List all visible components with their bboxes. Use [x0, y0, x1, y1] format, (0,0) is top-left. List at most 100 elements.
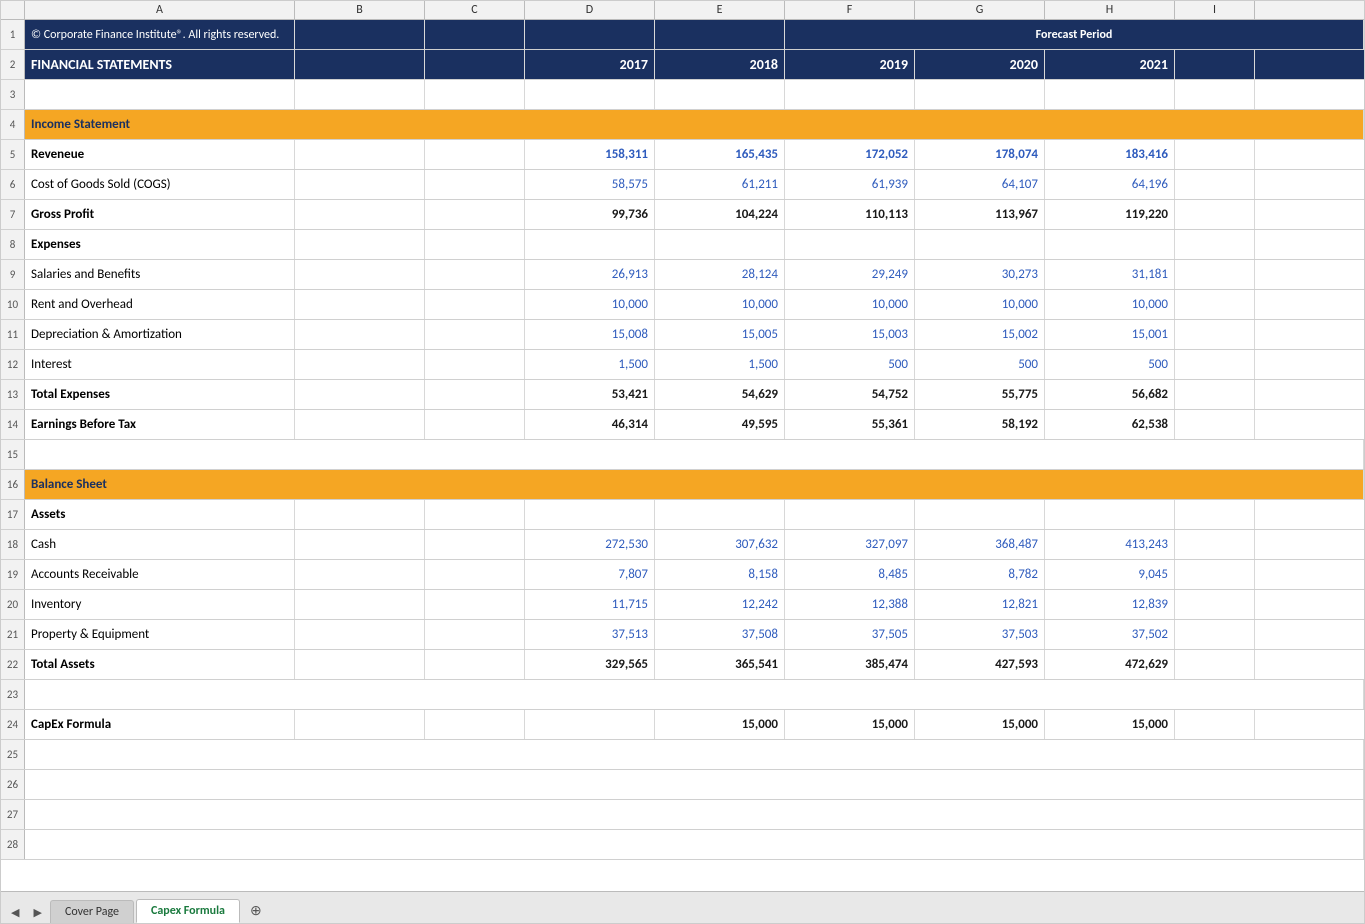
row-number: 16 [1, 470, 25, 499]
cell-te-y3: 54,752 [785, 380, 915, 409]
cell-1f [655, 20, 785, 49]
cell-ebt-y4: 58,192 [915, 410, 1045, 439]
row-number: 11 [1, 320, 25, 349]
cell-dep-y4: 15,002 [915, 320, 1045, 349]
cell-ta-y1: 329,565 [525, 650, 655, 679]
cell-int-y3: 500 [785, 350, 915, 379]
cell-ppe-y4: 37,503 [915, 620, 1045, 649]
cell-ebt-y2: 49,595 [655, 410, 785, 439]
cell-cash-y4: 368,487 [915, 530, 1045, 559]
cell-3d [425, 80, 525, 109]
cell-rent-label: Rent and Overhead [25, 290, 295, 319]
row-number: 12 [1, 350, 25, 379]
table-row: 3 [1, 80, 1364, 110]
cell-te-y4: 55,775 [915, 380, 1045, 409]
cell-gross-profit-label: Gross Profit [25, 200, 295, 229]
table-row: 22 Total Assets 329,565 365,541 385,474 … [1, 650, 1364, 680]
cell-ar-label: Accounts Receivable [25, 560, 295, 589]
tab-cover-page[interactable]: Cover Page [50, 900, 134, 923]
tab-nav-right[interactable]: ▶ [27, 902, 47, 923]
cell-sal-y4: 30,273 [915, 260, 1045, 289]
cell-3f [655, 80, 785, 109]
table-row: 27 [1, 800, 1364, 830]
row-number: 19 [1, 560, 25, 589]
cell-total-assets-label: Total Assets [25, 650, 295, 679]
tab-add-button[interactable]: ⊕ [242, 898, 270, 923]
row-number: 25 [1, 740, 25, 769]
cell-inv-y4: 12,821 [915, 590, 1045, 619]
table-row: 7 Gross Profit 99,736 104,224 110,113 11… [1, 200, 1364, 230]
cell-1c [295, 20, 425, 49]
col-header-i: I [1175, 1, 1255, 19]
cell-capex-y5: 15,000 [1045, 710, 1175, 739]
cell-gp-y5: 119,220 [1045, 200, 1175, 229]
cell-ppe-y3: 37,505 [785, 620, 915, 649]
cell-7c [295, 200, 425, 229]
cell-2j [1175, 50, 1255, 79]
cell-1e [525, 20, 655, 49]
cell-revenue-label: Reveneue [25, 140, 295, 169]
column-headers: A B C D E F G H I [1, 1, 1364, 20]
cell-te-y1: 53,421 [525, 380, 655, 409]
table-row: 11 Depreciation & Amortization 15,008 15… [1, 320, 1364, 350]
cell-5c [295, 140, 425, 169]
cell-ta-y5: 472,629 [1045, 650, 1175, 679]
table-row: 4 Income Statement [1, 110, 1364, 140]
balance-sheet-header: Balance Sheet [25, 470, 1364, 499]
col-header-b: B [295, 1, 425, 19]
row-number: 7 [1, 200, 25, 229]
cell-ta-y3: 385,474 [785, 650, 915, 679]
cell-capex-y2: 15,000 [655, 710, 785, 739]
cell-3i [1045, 80, 1175, 109]
cell-int-y4: 500 [915, 350, 1045, 379]
cell-ebt-y1: 46,314 [525, 410, 655, 439]
cell-1d [425, 20, 525, 49]
cell-2c [295, 50, 425, 79]
tab-nav-left[interactable]: ◀ [5, 902, 25, 923]
tab-capex-formula[interactable]: Capex Formula [136, 899, 240, 923]
cell-dep-y2: 15,005 [655, 320, 785, 349]
rows-area: 1 © Corporate Finance Institute®. All ri… [1, 20, 1364, 891]
cell-copyright: © Corporate Finance Institute®. All righ… [25, 20, 295, 49]
table-row: 21 Property & Equipment 37,513 37,508 37… [1, 620, 1364, 650]
row-number: 20 [1, 590, 25, 619]
cell-int-y5: 500 [1045, 350, 1175, 379]
cell-int-y2: 1,500 [655, 350, 785, 379]
cell-6j [1175, 170, 1255, 199]
col-header-c: C [425, 1, 525, 19]
cell-ebt-label: Earnings Before Tax [25, 410, 295, 439]
cell-6d [425, 170, 525, 199]
row-number: 8 [1, 230, 25, 259]
table-row: 15 [1, 440, 1364, 470]
cell-cogs-y3: 61,939 [785, 170, 915, 199]
cell-dep-y1: 15,008 [525, 320, 655, 349]
cell-cash-y1: 272,530 [525, 530, 655, 559]
cell-cash-y5: 413,243 [1045, 530, 1175, 559]
tab-bar: ◀ ▶ Cover Page Capex Formula ⊕ [1, 891, 1364, 923]
cell-3c [295, 80, 425, 109]
cell-expenses-label: Expenses [25, 230, 295, 259]
cell-inventory-label: Inventory [25, 590, 295, 619]
table-row: 18 Cash 272,530 307,632 327,097 368,487 … [1, 530, 1364, 560]
row-number: 21 [1, 620, 25, 649]
table-row: 14 Earnings Before Tax 46,314 49,595 55,… [1, 410, 1364, 440]
cell-revenue-y2: 165,435 [655, 140, 785, 169]
row-number: 22 [1, 650, 25, 679]
row-number: 1 [1, 20, 25, 49]
table-row: 1 © Corporate Finance Institute®. All ri… [1, 20, 1364, 50]
col-header-f: F [785, 1, 915, 19]
row-number: 3 [1, 80, 25, 109]
cell-dep-y3: 15,003 [785, 320, 915, 349]
cell-gp-y1: 99,736 [525, 200, 655, 229]
cell-gp-y4: 113,967 [915, 200, 1045, 229]
row-number: 13 [1, 380, 25, 409]
cell-ppe-label: Property & Equipment [25, 620, 295, 649]
row-number: 2 [1, 50, 25, 79]
table-row: 12 Interest 1,500 1,500 500 500 500 [1, 350, 1364, 380]
cell-ta-y4: 427,593 [915, 650, 1045, 679]
cell-rent-y4: 10,000 [915, 290, 1045, 319]
cell-3b [25, 80, 295, 109]
cell-3g [785, 80, 915, 109]
col-header-row [1, 1, 25, 19]
cell-ebt-y3: 55,361 [785, 410, 915, 439]
